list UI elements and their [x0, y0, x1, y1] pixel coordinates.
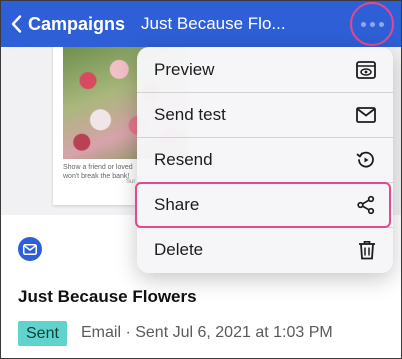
menu-item-label: Resend [154, 149, 213, 169]
app-screen: Show a friend or loved won't break the b… [0, 0, 402, 359]
menu-item-delete[interactable]: Delete [137, 227, 393, 272]
dot-icon [360, 21, 366, 27]
page-title: Just Because Flo... [141, 14, 286, 33]
preview-footer-text: Sur [126, 179, 136, 185]
preview-icon [356, 60, 376, 79]
menu-item-label: Share [154, 194, 200, 214]
dot-icon [378, 21, 384, 27]
top-nav-bar: Campaigns Just Because Flo... [1, 1, 401, 47]
status-badge: Sent [18, 321, 67, 346]
resend-icon [356, 150, 376, 170]
more-options-button[interactable] [350, 2, 394, 46]
menu-item-resend[interactable]: Resend [137, 137, 393, 182]
back-button[interactable]: Campaigns [11, 9, 125, 39]
campaign-title: Just Because Flowers [18, 287, 197, 306]
back-label: Campaigns [28, 13, 126, 34]
email-type-icon [18, 237, 42, 261]
menu-item-label: Send test [154, 104, 226, 124]
options-menu: Preview Send test Resend Share Delete [137, 47, 393, 273]
trash-icon [358, 240, 376, 260]
envelope-icon [356, 106, 376, 123]
chevron-left-icon [11, 15, 22, 33]
menu-item-send-test[interactable]: Send test [137, 92, 393, 137]
campaign-meta: Email · Sent Jul 6, 2021 at 1:03 PM [81, 324, 333, 341]
menu-item-label: Preview [154, 59, 215, 79]
menu-item-share[interactable]: Share [137, 182, 393, 227]
menu-item-preview[interactable]: Preview [137, 47, 393, 92]
dot-icon [369, 21, 375, 27]
share-icon [356, 195, 376, 215]
menu-item-label: Delete [154, 239, 204, 259]
